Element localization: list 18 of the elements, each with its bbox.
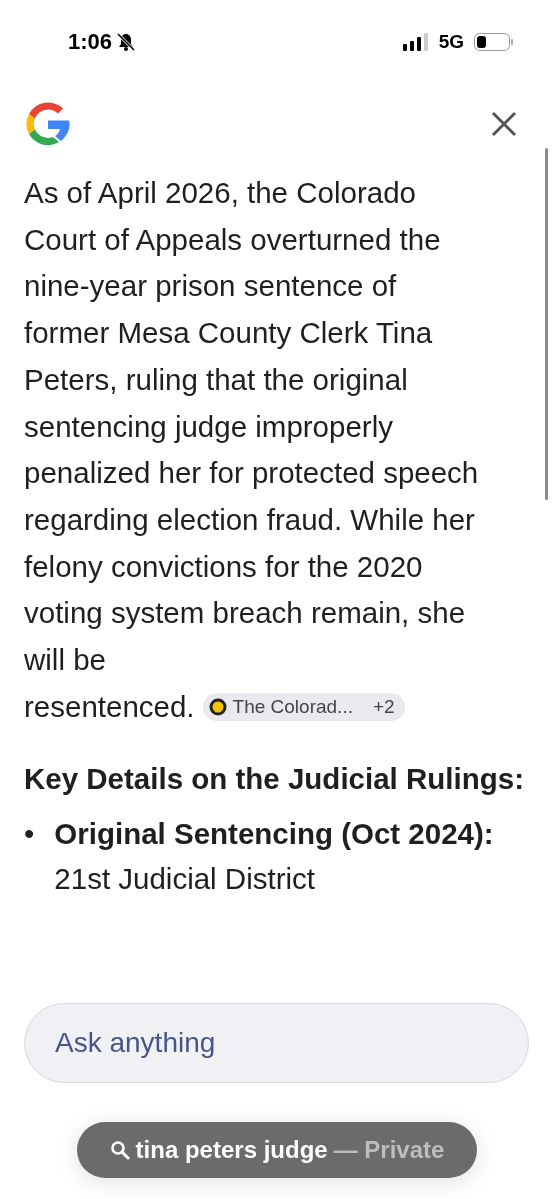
status-time: 1:06	[68, 29, 113, 55]
bullet-text: Original Sentencing (Oct 2024): 21st Judicial District	[54, 816, 495, 898]
bullet-marker: •	[24, 816, 35, 853]
battery-icon	[474, 33, 514, 51]
google-logo-icon	[24, 100, 72, 148]
network-label: 5G	[438, 31, 464, 53]
ask-field[interactable]: Ask anything	[24, 1003, 529, 1083]
sun-logo-icon	[208, 698, 227, 717]
private-label: — Private	[333, 1136, 445, 1164]
answer-text: resentenced.	[24, 688, 195, 725]
search-pill[interactable]: tina peters judge — Private	[77, 1122, 477, 1178]
close-button[interactable]	[490, 110, 518, 138]
section-heading: Key Details on the Judicial Rulings:	[24, 761, 525, 798]
search-icon	[109, 1140, 130, 1160]
bell-muted-icon	[116, 32, 137, 52]
source-chip[interactable]: The Colorad... +2	[202, 693, 405, 722]
search-query: tina peters judge	[135, 1136, 328, 1164]
signal-icon	[402, 33, 429, 51]
